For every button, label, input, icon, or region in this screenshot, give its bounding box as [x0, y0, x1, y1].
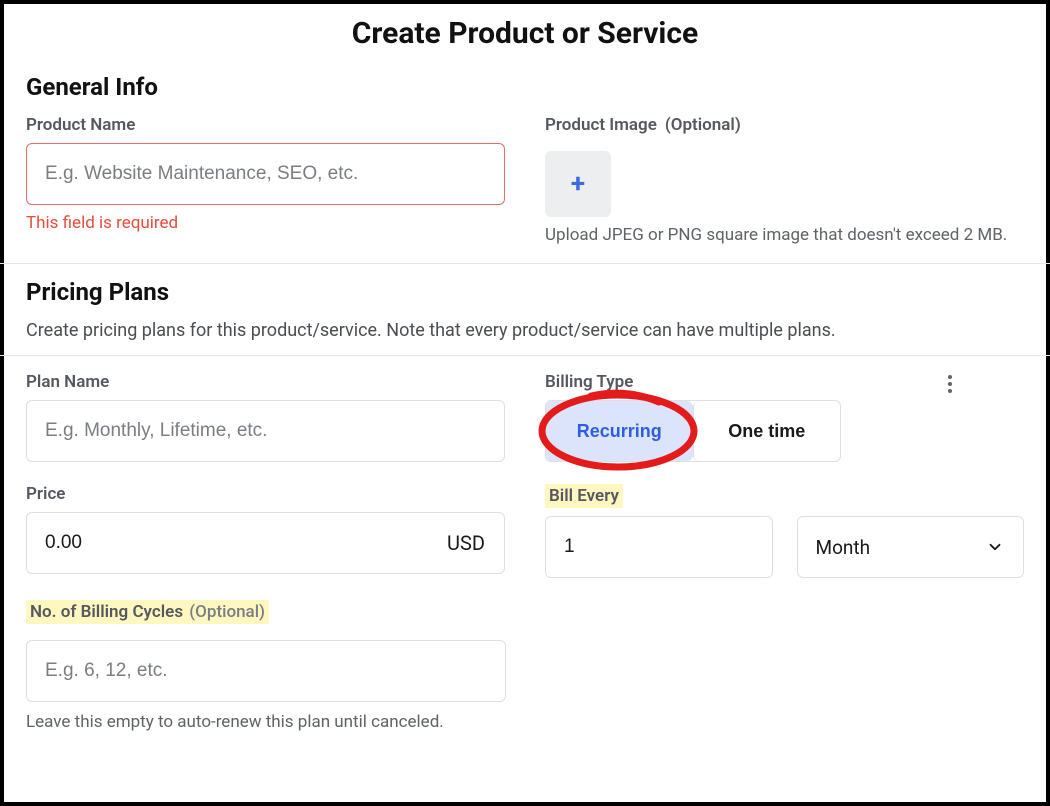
product-name-label: Product Name — [26, 115, 135, 135]
price-input[interactable] — [26, 512, 505, 574]
section-divider — [0, 263, 1050, 264]
product-image-optional: (Optional) — [665, 115, 741, 135]
upload-image-button[interactable]: + — [545, 151, 611, 217]
general-info-heading: General Info — [26, 73, 1024, 101]
billing-cycles-label: No. of Billing Cycles (Optional) — [26, 600, 269, 624]
pricing-plans-heading: Pricing Plans — [26, 278, 1024, 306]
billing-recurring-button[interactable]: Recurring — [546, 401, 693, 461]
product-image-label: Product Image — [545, 115, 657, 135]
upload-hint: Upload JPEG or PNG square image that doe… — [545, 225, 1024, 245]
plan-menu-button[interactable] — [938, 370, 962, 398]
price-label: Price — [26, 484, 65, 504]
bill-every-label: Bill Every — [545, 484, 623, 508]
bill-period-value: Month — [816, 536, 871, 559]
pricing-description: Create pricing plans for this product/se… — [26, 320, 1024, 341]
billing-cycles-input[interactable] — [26, 640, 506, 702]
billing-cycles-hint: Leave this empty to auto-renew this plan… — [26, 712, 1024, 732]
billing-type-label: Billing Type — [545, 372, 633, 392]
plus-icon: + — [571, 171, 585, 197]
product-name-error: This field is required — [26, 213, 505, 233]
currency-label: USD — [447, 531, 485, 555]
bill-every-input[interactable] — [545, 516, 773, 578]
bill-period-select[interactable]: Month — [797, 516, 1025, 578]
pricing-divider — [0, 355, 1050, 356]
billing-one-time-button[interactable]: One time — [693, 401, 841, 461]
page-title: Create Product or Service — [26, 16, 1024, 51]
plan-name-input[interactable] — [26, 400, 505, 462]
billing-type-toggle: Recurring One time — [545, 400, 841, 462]
plan-name-label: Plan Name — [26, 372, 109, 392]
product-name-input[interactable] — [26, 143, 505, 205]
